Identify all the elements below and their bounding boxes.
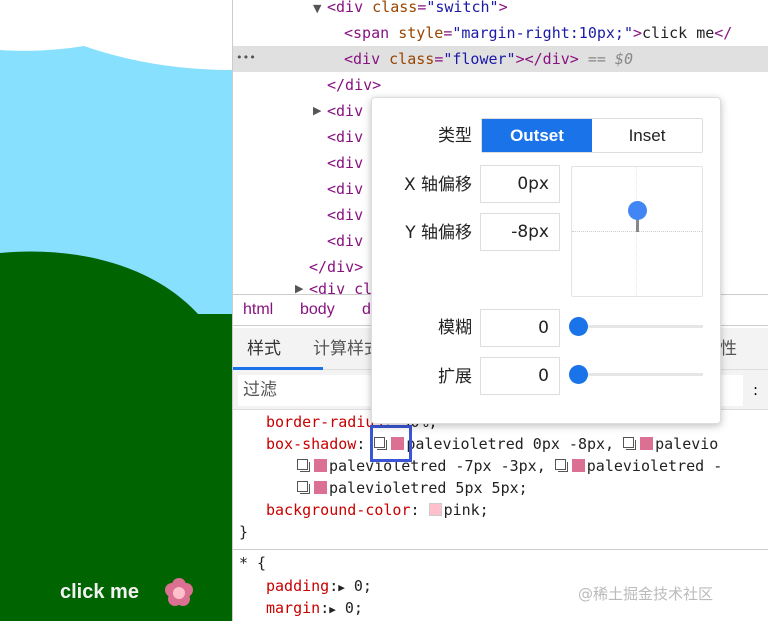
dom-close-tag: </div>	[327, 76, 382, 94]
color-swatch[interactable]	[571, 459, 585, 472]
dom-node-div[interactable]: <div	[327, 204, 363, 226]
blur-label: 模糊	[438, 318, 472, 338]
style-background-color[interactable]: background-color: pink;	[266, 499, 489, 521]
color-swatch[interactable]	[640, 437, 654, 450]
color-swatch[interactable]	[314, 481, 327, 494]
node-actions-ellipsis[interactable]: •••	[236, 47, 256, 69]
scene-illustration	[0, 0, 232, 621]
flower-toggle[interactable]	[164, 577, 194, 607]
dom-node-span[interactable]: <span style="margin-right:10px;">click m…	[344, 22, 732, 44]
y-offset-label: Y 轴偏移	[405, 223, 472, 243]
dom-node-div[interactable]: <div	[327, 178, 363, 200]
expand-triangle-icon[interactable]: ▼	[313, 2, 321, 16]
dom-node-div[interactable]: <div	[327, 100, 363, 122]
blur-slider[interactable]	[569, 317, 703, 336]
rule-close: }	[239, 523, 249, 541]
spread-input[interactable]: 0	[480, 357, 560, 395]
dom-node-div[interactable]: <div	[327, 152, 363, 174]
style-box-shadow-cont[interactable]: palevioletred 5px 5px;	[297, 477, 528, 499]
dom-node-div[interactable]: <div	[327, 230, 363, 252]
shadow-editor-icon[interactable]	[623, 437, 637, 450]
style-box-shadow-cont[interactable]: palevioletred -7px -3px, palevioletred -	[297, 455, 722, 477]
blur-input[interactable]: 0	[480, 309, 560, 347]
spread-slider[interactable]	[569, 365, 703, 384]
dom-node-div[interactable]: <div	[327, 126, 363, 148]
color-swatch[interactable]	[314, 459, 327, 472]
style-padding[interactable]: padding:▶ 0;	[266, 575, 372, 597]
watermark: @稀土掘金技术社区	[578, 585, 714, 603]
shadow-type-toggle: Outset Inset	[481, 118, 703, 153]
dom-close-tag: </div>	[309, 258, 364, 276]
inset-button[interactable]: Inset	[592, 119, 702, 152]
dom-node-flower[interactable]: <div class="flower"></div> == $0	[344, 48, 633, 70]
rule-divider	[233, 549, 768, 550]
tab-styles[interactable]: 样式	[247, 339, 281, 359]
style-margin[interactable]: margin:▶ 0;	[266, 597, 363, 619]
type-label: 类型	[438, 126, 472, 146]
spread-label: 扩展	[438, 367, 472, 387]
outset-button[interactable]: Outset	[482, 119, 592, 152]
breadcrumb-div[interactable]: d	[362, 300, 371, 320]
shadow-editor-icon[interactable]	[297, 481, 310, 494]
y-offset-input[interactable]: -8px	[480, 213, 560, 251]
style-box-shadow[interactable]: box-shadow: paleviolet​red 0px -8px, pal…	[266, 433, 718, 455]
click-me-label[interactable]: click me	[60, 580, 139, 604]
shadow-editor-popup: 类型 Outset Inset X 轴偏移 0px Y 轴偏移 -8px 模糊 …	[371, 97, 721, 424]
dom-node-switch[interactable]: <div class="switch">	[327, 0, 508, 18]
breadcrumb-body[interactable]: body	[300, 300, 335, 320]
universal-selector[interactable]: * {	[239, 552, 266, 574]
shadow-editor-icon[interactable]	[297, 459, 310, 472]
spread-slider-handle[interactable]	[569, 365, 588, 384]
x-offset-input[interactable]: 0px	[480, 165, 560, 203]
offset-handle[interactable]	[628, 201, 647, 220]
page-preview: click me	[0, 0, 232, 621]
breadcrumb-html[interactable]: html	[243, 300, 273, 320]
x-offset-label: X 轴偏移	[403, 175, 472, 195]
blur-slider-handle[interactable]	[569, 317, 588, 336]
pseudo-state-button[interactable]: :	[753, 380, 758, 400]
offset-pad[interactable]	[571, 166, 703, 297]
color-swatch[interactable]	[428, 503, 442, 516]
shadow-editor-icon[interactable]	[554, 459, 568, 472]
focused-shadow-editor-outline	[370, 425, 412, 462]
expand-triangle-icon[interactable]: ▶	[313, 104, 321, 118]
